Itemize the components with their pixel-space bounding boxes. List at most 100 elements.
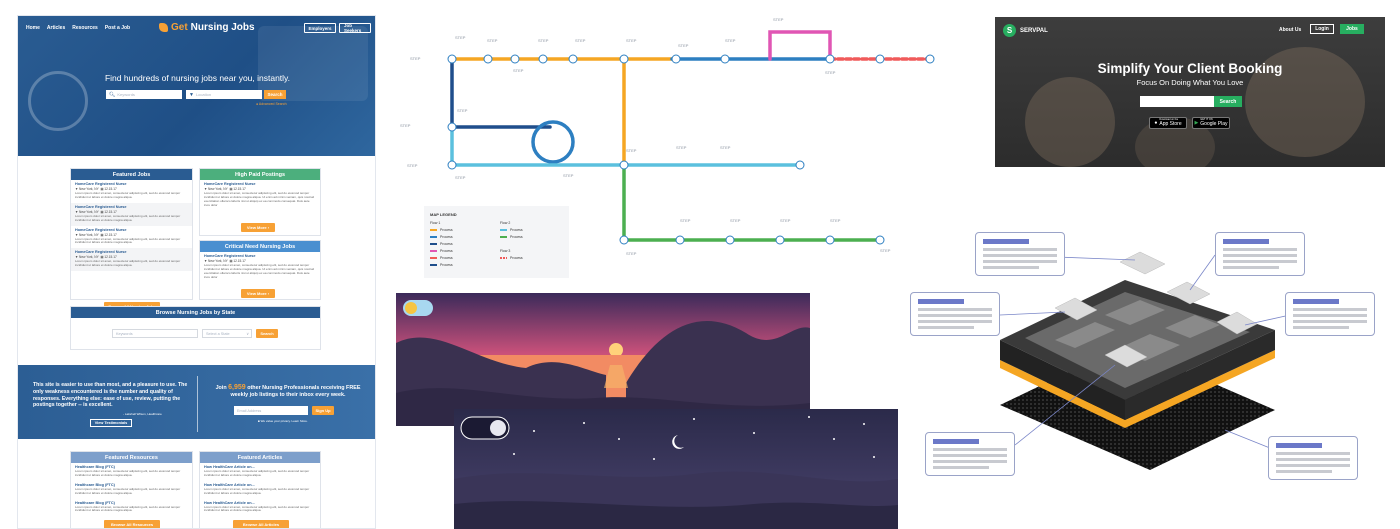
station[interactable] [825, 235, 835, 245]
job-listing[interactable]: HomeCare Registered Nurse ▼ New York, NY… [71, 226, 192, 249]
google-play-button[interactable]: ▶ GET IT ON Google Play [1192, 117, 1230, 129]
step-label: STEP [678, 43, 689, 48]
job-listing[interactable]: HomeCare Registered Nurse ▼ New York, NY… [71, 248, 192, 272]
signup-text: Join 6,959 other Nursing Professionals r… [215, 384, 361, 399]
sun [609, 343, 623, 357]
job-listing[interactable]: HomeCare Registered Nurse ▼ New York, NY… [71, 180, 192, 203]
nurse-logo-icon [159, 23, 168, 32]
browse-by-state-title: Browse Nursing Jobs by State [71, 307, 320, 318]
browse-by-state-box: Browse Nursing Jobs by State [70, 306, 321, 350]
job-seekers-button[interactable]: Job Seekers [339, 23, 371, 33]
step-label: STEP [410, 56, 421, 61]
state-keywords-input[interactable]: Keywords [112, 329, 198, 338]
station[interactable] [720, 54, 730, 64]
privacy-note: ■ We value your privacy. Learn More. [258, 419, 308, 423]
station[interactable] [447, 122, 457, 132]
station[interactable] [675, 235, 685, 245]
about-us-link[interactable]: About Us [1279, 27, 1301, 33]
step-label: STEP [538, 38, 549, 43]
step-label: STEP [773, 17, 784, 22]
site-logo[interactable]: Get Nursing Jobs [159, 22, 255, 33]
hero-headline: Simplify Your Client Booking [1097, 61, 1283, 76]
station[interactable] [619, 54, 629, 64]
station[interactable] [795, 160, 805, 170]
step-label: STEP [626, 251, 637, 256]
article-item[interactable]: How HealthCare Article on... Lorem ipsum … [200, 499, 320, 517]
map-legend: MAP LEGEND Flow 1 Process Process Proces… [424, 206, 569, 278]
info-card [1215, 232, 1305, 276]
sunset-scene [396, 293, 810, 426]
hero-tagline: Find hundreds of nursing jobs near you, … [104, 73, 291, 83]
view-testimonials-button[interactable]: View Testimonials [90, 419, 132, 427]
servpal-search-input[interactable] [1140, 96, 1214, 107]
nav-articles[interactable]: Articles [47, 25, 65, 31]
nav-post-job[interactable]: Post a Job [105, 25, 130, 31]
keywords-input[interactable]: 🔍︎ Keywords [106, 90, 182, 99]
station[interactable] [725, 235, 735, 245]
night-scene [454, 409, 898, 529]
employers-button[interactable]: Employers [304, 23, 336, 33]
featured-resources-box: Featured Resources Healthcare Blog (FTC)… [70, 451, 193, 528]
station[interactable] [875, 54, 885, 64]
app-store-button[interactable]: ● Download on the App Store [1149, 117, 1187, 129]
job-listing[interactable]: HomeCare Registered Nurse ▼ New York, NY… [71, 202, 192, 226]
main-nav: Home Articles Resources Post a Job [26, 25, 130, 31]
high-paid-view-more-button[interactable]: View More › [241, 223, 275, 232]
servpal-logo[interactable]: S SERVPAL [1003, 24, 1048, 37]
high-paid-title: High Paid Postings [200, 169, 320, 180]
station[interactable] [619, 160, 629, 170]
cyan-line [450, 125, 802, 167]
resource-item[interactable]: Healthcare Blog (FTC) Lorem ipsum dolor s… [71, 499, 192, 517]
nav-resources[interactable]: Resources [72, 25, 98, 31]
station[interactable] [825, 54, 835, 64]
article-item[interactable]: How HealthCare Article on... Lorem ipsum … [200, 463, 320, 481]
location-pin-icon: ▼ [189, 91, 194, 98]
band-divider [197, 376, 198, 432]
station[interactable] [775, 235, 785, 245]
featured-jobs-title: Featured Jobs [71, 169, 192, 180]
state-select[interactable]: Select a State ∨ [202, 329, 252, 338]
info-card [975, 232, 1065, 276]
step-label: STEP [407, 163, 418, 168]
resource-item[interactable]: Healthcare Blog (FTC) Lorem ipsum dolor s… [71, 481, 192, 499]
login-button[interactable]: Login [1310, 24, 1334, 34]
station[interactable] [483, 54, 493, 64]
sign-up-button[interactable]: Sign Up [312, 406, 334, 415]
featured-articles-box: Featured Articles How HealthCare Article… [199, 451, 321, 528]
station[interactable] [447, 54, 457, 64]
resource-item[interactable]: Healthcare Blog (FTC) Lorem ipsum dolor s… [71, 463, 192, 481]
hero-search-button[interactable]: Search [264, 90, 286, 99]
browse-resources-button[interactable]: Browse All Resources [104, 520, 160, 528]
state-search-button[interactable]: Search [256, 329, 278, 338]
step-label: STEP [513, 68, 524, 73]
critical-view-more-button[interactable]: View More › [241, 289, 275, 298]
step-label: STEP [626, 148, 637, 153]
jobs-button[interactable]: Jobs [1340, 24, 1364, 34]
subscriber-count: 6,959 [228, 384, 246, 391]
servpal-search-button[interactable]: Search [1214, 96, 1242, 107]
critical-need-title: Critical Need Nursing Jobs [200, 241, 320, 252]
signup-email-input[interactable]: Email Address [234, 406, 308, 415]
station[interactable] [671, 54, 681, 64]
advanced-search-link[interactable]: ● Advanced Search [256, 102, 287, 106]
station[interactable] [875, 235, 885, 245]
featured-jobs-box: Featured Jobs HomeCare Registered Nurse … [70, 168, 193, 300]
article-item[interactable]: How HealthCare Article on... Lorem ipsum … [200, 481, 320, 499]
chevron-right-icon: › [267, 225, 270, 230]
job-listing[interactable]: HomeCare Registered Nurse ▼ New York, NY… [200, 252, 320, 283]
station[interactable] [510, 54, 520, 64]
chevron-right-icon: › [267, 291, 270, 296]
station[interactable] [925, 54, 935, 64]
station[interactable] [447, 160, 457, 170]
location-input[interactable]: ▼ Location [186, 90, 262, 99]
nursing-jobs-page: Home Articles Resources Post a Job Get N… [17, 15, 376, 529]
browse-articles-button[interactable]: Browse All Articles [233, 520, 289, 528]
chevron-down-icon: ∨ [246, 332, 249, 336]
station[interactable] [568, 54, 578, 64]
station[interactable] [619, 235, 629, 245]
nav-home[interactable]: Home [26, 25, 40, 31]
job-listing[interactable]: HomeCare Registered Nurse ▼ New York, NY… [200, 180, 320, 211]
apple-icon: ● [1154, 120, 1158, 126]
station[interactable] [538, 54, 548, 64]
floating-sheet [1119, 251, 1166, 275]
